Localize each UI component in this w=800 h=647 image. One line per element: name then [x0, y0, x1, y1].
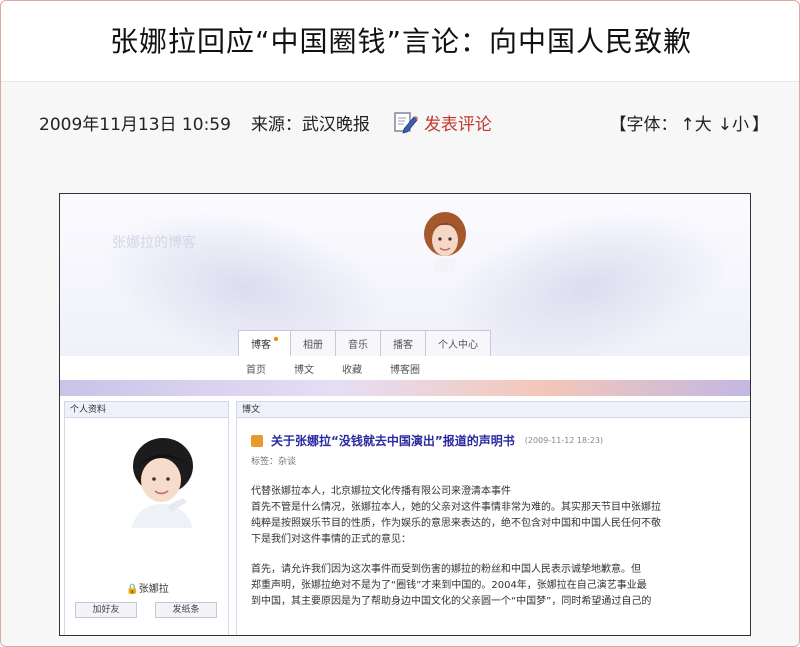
post-line: 首先，请允许我们因为这次事件而受到伤害的娜拉的粉丝和中国人民表示诚挚地歉意。但 — [251, 564, 641, 575]
post-date: (2009-11-12 18:23) — [524, 436, 604, 445]
post-title-text: 关于张娜拉“没钱就去中国演出”报道的声明书 — [271, 434, 515, 448]
profile-username: 🔒张娜拉 — [65, 580, 230, 595]
profile-username-text: 张娜拉 — [138, 584, 169, 595]
post-line: 郑重声明，张娜拉绝对不是为了“圈钱”才来到中国的。2004年，张娜拉在自己演艺事… — [251, 580, 647, 591]
decorative-stripe — [60, 380, 750, 396]
post-line: 纯粹是按照娱乐节目的性质，作为娱乐的意思来表达的，绝不包含对中国和中国人民任何不… — [251, 518, 661, 529]
tab-personal-center[interactable]: 个人中心 — [425, 330, 491, 356]
font-smaller-button[interactable]: ↓小 — [718, 110, 749, 135]
post-title[interactable]: 关于张娜拉“没钱就去中国演出”报道的声明书 (2009-11-12 18:23) — [251, 432, 603, 449]
add-friend-button[interactable]: 加好友 — [75, 602, 137, 618]
post-line: 下是我们对这件事情的正式的意见： — [251, 534, 411, 545]
publish-date: 2009年11月13日 10:59 — [39, 114, 231, 135]
posts-panel: 博文 关于张娜拉“没钱就去中国演出”报道的声明书 (2009-11-12 18:… — [236, 401, 750, 635]
subnav-posts[interactable]: 博文 — [294, 361, 314, 376]
page-frame: 张娜拉回应“中国圈钱”言论：向中国人民致歉 2009年11月13日 10:59 … — [0, 0, 800, 647]
subnav-favorites[interactable]: 收藏 — [342, 361, 362, 376]
post-comment-link[interactable]: 发表评论 — [392, 109, 492, 135]
blog-screenshot: 张娜拉的博客 博客 相册 音乐 播客 个人中心 首页 博文 收藏 博客圈 个人资… — [59, 193, 751, 636]
send-note-button[interactable]: 发纸条 — [155, 602, 217, 618]
tab-music[interactable]: 音乐 — [335, 330, 381, 356]
font-size-label: 【字体： — [609, 114, 678, 135]
lock-icon: 🔒 — [126, 584, 139, 595]
font-larger-button[interactable]: ↑大 — [681, 110, 712, 135]
subnav-home[interactable]: 首页 — [246, 361, 266, 376]
banner-portrait — [424, 212, 466, 272]
subnav-blog-circle[interactable]: 博客圈 — [390, 361, 420, 376]
tab-album[interactable]: 相册 — [290, 330, 336, 356]
avatar — [111, 432, 211, 528]
tab-blog[interactable]: 博客 — [238, 330, 291, 356]
profile-panel: 个人资料 🔒张娜拉 加好友 发纸条 — [64, 401, 230, 635]
article-meta: 2009年11月13日 10:59 来源：武汉晚报 发表评论 【字体： ↑大 ↓… — [39, 107, 769, 137]
tab-podcast[interactable]: 播客 — [380, 330, 426, 356]
post-line: 首先不管是什么情况，张娜拉本人，她的父亲对这件事情非常为难的。其实那天节目中张娜… — [251, 502, 661, 513]
post-line: 到中国，其主要原因是为了帮助身边中国文化的父亲圆一个“中国梦”，同时希望通过自己… — [251, 596, 652, 607]
profile-header: 个人资料 — [65, 402, 228, 418]
article-source: 来源：武汉晚报 — [250, 114, 370, 135]
font-size-control: 【字体： ↑大 ↓小 】 — [610, 110, 770, 135]
edit-pen-icon — [394, 112, 418, 134]
blog-subnav: 首页 博文 收藏 博客圈 — [60, 356, 750, 380]
blog-tabs: 博客 相册 音乐 播客 个人中心 — [238, 330, 491, 356]
article-headline: 张娜拉回应“中国圈钱”言论：向中国人民致歉 — [109, 25, 692, 58]
blog-name: 张娜拉的博客 — [112, 235, 196, 251]
post-tags: 标签：杂谈 — [251, 457, 297, 467]
post-paragraph-gap — [251, 548, 750, 562]
post-icon — [251, 434, 263, 447]
post-comment-label: 发表评论 — [423, 114, 492, 135]
post-line: 代替张娜拉本人，北京娜拉文化传播有限公司来澄清本事件 — [251, 486, 511, 497]
post-body: 代替张娜拉本人，北京娜拉文化传播有限公司来澄清本事件 首先不管是什么情况，张娜拉… — [251, 484, 750, 610]
font-size-bracket: 】 — [752, 114, 769, 135]
posts-header: 博文 — [237, 402, 750, 418]
